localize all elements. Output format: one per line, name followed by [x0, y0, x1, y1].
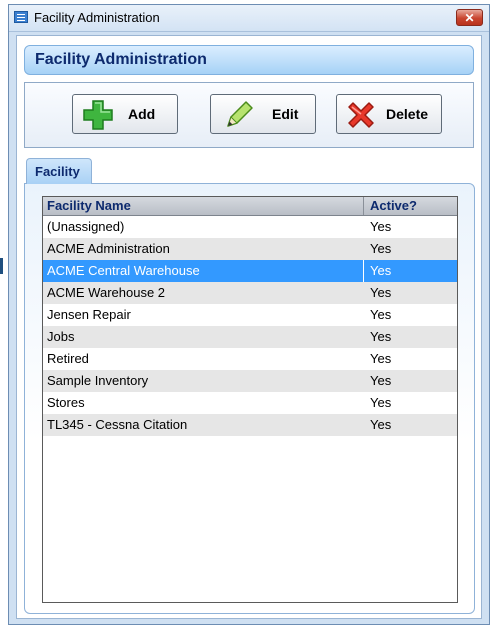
edit-button[interactable]: Edit	[210, 94, 316, 134]
table-row[interactable]: ACME Warehouse 2 Yes	[43, 282, 457, 304]
add-button[interactable]: Add	[72, 94, 178, 134]
window-content: Facility Administration Add Edit Delete …	[16, 35, 482, 619]
delete-icon	[348, 102, 374, 128]
facility-name-cell: Retired	[47, 351, 89, 366]
facility-name-cell: Sample Inventory	[47, 373, 149, 388]
facility-name-cell: TL345 - Cessna Citation	[47, 417, 188, 432]
table-row[interactable]: Jobs Yes	[43, 326, 457, 348]
delete-button[interactable]: Delete	[336, 94, 442, 134]
window-title: Facility Administration	[34, 10, 160, 25]
active-cell: Yes	[370, 417, 392, 432]
add-button-label: Add	[128, 106, 156, 122]
close-button[interactable]: ✕	[456, 9, 483, 26]
facility-name-cell: ACME Warehouse 2	[47, 285, 166, 300]
active-cell: Yes	[370, 307, 392, 322]
facility-name-cell: (Unassigned)	[47, 219, 125, 234]
column-divider[interactable]	[363, 197, 364, 215]
grid-header: Facility Name Active?	[43, 197, 457, 216]
active-cell: Yes	[370, 285, 392, 300]
facility-name-cell: Stores	[47, 395, 85, 410]
pencil-icon	[227, 101, 253, 127]
active-cell: Yes	[370, 241, 392, 256]
tab-facility-label: Facility	[35, 164, 80, 179]
facility-name-cell: Jobs	[47, 329, 75, 344]
cell-divider	[363, 260, 364, 282]
active-cell: Yes	[370, 219, 392, 234]
page-header: Facility Administration	[24, 45, 474, 75]
app-icon	[14, 11, 28, 23]
table-row[interactable]: Jensen Repair Yes	[43, 304, 457, 326]
edit-button-label: Edit	[272, 106, 299, 122]
table-row[interactable]: (Unassigned) Yes	[43, 216, 457, 238]
table-row[interactable]: Retired Yes	[43, 348, 457, 370]
background-edge	[0, 258, 3, 274]
page-title: Facility Administration	[35, 51, 207, 68]
column-header-facility-name[interactable]: Facility Name	[47, 198, 131, 213]
table-row[interactable]: TL345 - Cessna Citation Yes	[43, 414, 457, 436]
table-row[interactable]: ACME Administration Yes	[43, 238, 457, 260]
facility-name-cell: Jensen Repair	[47, 307, 131, 322]
tab-facility[interactable]: Facility	[26, 158, 92, 184]
active-cell: Yes	[370, 395, 392, 410]
active-cell: Yes	[370, 351, 392, 366]
facility-name-cell: ACME Administration	[47, 241, 170, 256]
facility-name-cell: ACME Central Warehouse	[47, 263, 200, 278]
table-row[interactable]: Stores Yes	[43, 392, 457, 414]
toolbar: Add Edit Delete	[24, 82, 474, 148]
table-row[interactable]: Sample Inventory Yes	[43, 370, 457, 392]
title-bar[interactable]: Facility Administration ✕	[9, 5, 489, 32]
active-cell: Yes	[370, 263, 392, 278]
add-icon	[83, 100, 113, 130]
active-cell: Yes	[370, 373, 392, 388]
active-cell: Yes	[370, 329, 392, 344]
table-row-selected[interactable]: ACME Central Warehouse Yes	[43, 260, 457, 282]
facility-admin-window: Facility Administration ✕ Facility Admin…	[8, 4, 490, 625]
column-header-active[interactable]: Active?	[370, 198, 417, 213]
delete-button-label: Delete	[386, 106, 429, 122]
facility-grid[interactable]: Facility Name Active? (Unassigned) Yes A…	[42, 196, 458, 603]
